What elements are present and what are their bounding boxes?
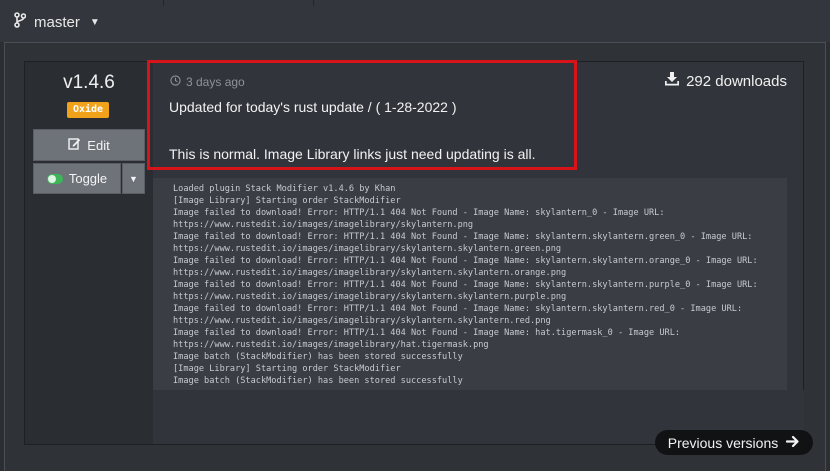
tab-divider (163, 0, 164, 6)
log-line: Image batch (StackModifier) has been sto… (173, 352, 463, 362)
release-sidebar (25, 62, 153, 444)
log-line: https://www.rustedit.io/images/imagelibr… (173, 292, 567, 302)
toggle-dropdown-button[interactable]: ▼ (122, 163, 145, 194)
log-line: Image failed to download! Error: HTTP/1.… (173, 208, 665, 218)
log-line: Image failed to download! Error: HTTP/1.… (173, 328, 681, 338)
oxide-badge: Oxide (67, 102, 109, 118)
chevron-down-icon: ▼ (89, 16, 100, 28)
toggle-button-label: Toggle (68, 171, 108, 186)
console-log: Loaded plugin Stack Modifier v1.4.6 by K… (153, 178, 787, 390)
log-line: Image failed to download! Error: HTTP/1.… (173, 232, 753, 242)
log-line: https://www.rustedit.io/images/imagelibr… (173, 244, 562, 254)
tab-divider (313, 0, 314, 6)
previous-versions-button[interactable]: Previous versions (655, 430, 813, 455)
arrow-right-icon (786, 435, 800, 451)
toggle-button[interactable]: Toggle (33, 163, 121, 194)
log-line: Image failed to download! Error: HTTP/1.… (173, 280, 758, 290)
log-line: Loaded plugin Stack Modifier v1.4.6 by K… (173, 184, 396, 194)
log-line: Image failed to download! Error: HTTP/1.… (173, 256, 758, 266)
log-line: https://www.rustedit.io/images/imagelibr… (173, 316, 551, 326)
log-line: [Image Library] Starting order StackModi… (173, 364, 401, 374)
toggle-switch-icon (46, 173, 63, 184)
branch-selector[interactable]: master ▼ (14, 11, 100, 33)
download-icon (665, 72, 680, 90)
previous-versions-label: Previous versions (667, 434, 779, 451)
branch-name: master (34, 13, 80, 31)
branch-bar: master ▼ (0, 0, 830, 42)
log-line: https://www.rustedit.io/images/imagelibr… (173, 220, 474, 230)
edit-button-label: Edit (87, 137, 110, 153)
log-line: Image batch (StackModifier) has been sto… (173, 376, 463, 386)
log-line: [Image Library] Starting order StackModi… (173, 196, 401, 206)
version-label: v1.4.6 (63, 72, 115, 93)
chevron-down-icon: ▼ (129, 173, 138, 184)
log-line: https://www.rustedit.io/images/imagelibr… (173, 340, 489, 350)
download-count: 292 downloads (665, 72, 787, 90)
downloads-text: 292 downloads (686, 72, 787, 90)
highlight-box (147, 60, 577, 170)
log-line: Image failed to download! Error: HTTP/1.… (173, 304, 743, 314)
code-branch-icon (14, 12, 27, 32)
edit-button[interactable]: Edit (33, 129, 145, 161)
log-line: https://www.rustedit.io/images/imagelibr… (173, 268, 567, 278)
edit-icon (68, 137, 81, 153)
